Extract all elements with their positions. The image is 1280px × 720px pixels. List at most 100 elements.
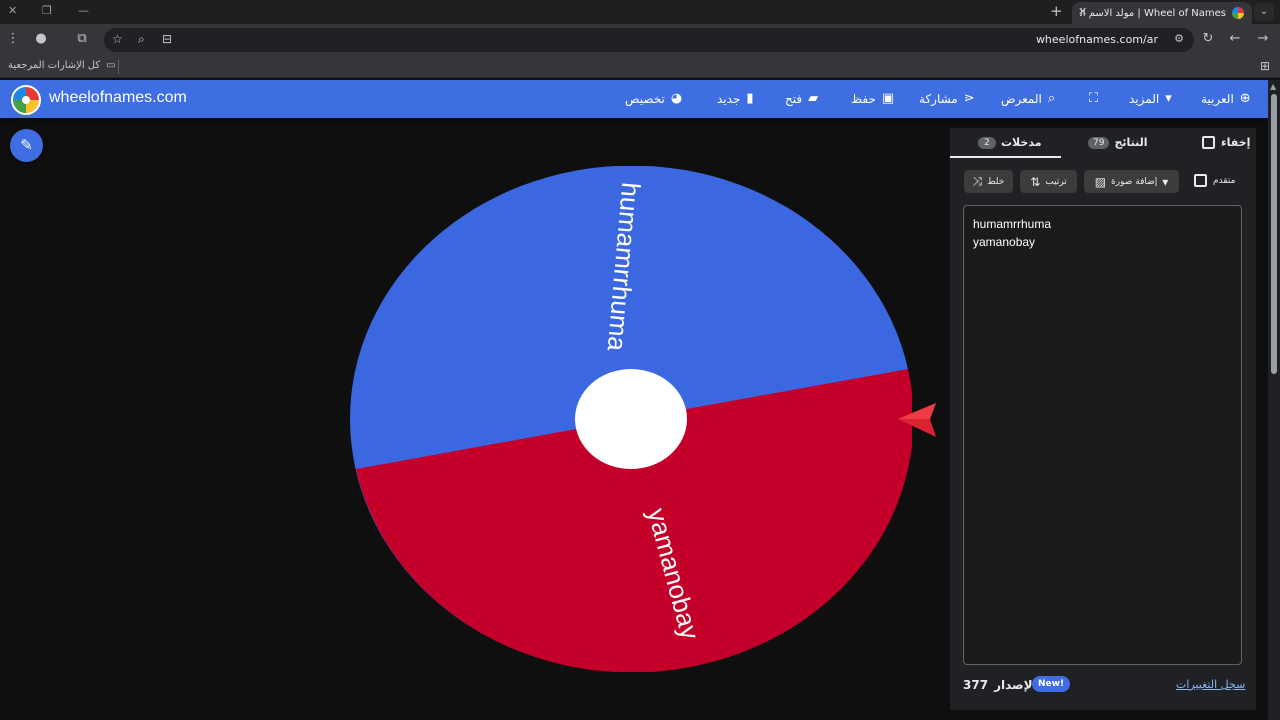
bookmarks-bar: كل الإشارات المرجعية ▭ ⊞: [0, 56, 1280, 78]
site-settings-icon[interactable]: ⚙: [1174, 32, 1184, 45]
scrollbar-thumb[interactable]: [1271, 94, 1277, 374]
app-navbar: wheelofnames.com ◕ تخصيص ▮ جديد ▰ فتح ▣ …: [0, 80, 1268, 118]
version-info: الإصدار 377: [963, 678, 1037, 692]
panel-tabs: مدخلات 2 النتائج 79 إخفاء: [950, 128, 1256, 158]
browser-toolbar: ⋮ ● ⧉ ☆ ⌕ ⊟ wheelofnames.com/ar ⚙ ↻ ← →: [0, 24, 1280, 56]
hide-label: إخفاء: [1221, 136, 1251, 149]
wheel-pointer-icon: [898, 403, 936, 437]
folder-open-icon: ▰: [808, 91, 819, 106]
active-tab-indicator: [950, 156, 1061, 158]
sort-label: ترتيب: [1045, 176, 1067, 187]
sort-button[interactable]: ترتيب ⇅: [1020, 170, 1077, 193]
chevron-down-icon: ▾: [1162, 174, 1169, 189]
shuffle-icon: ⤨: [972, 174, 983, 188]
translate-icon[interactable]: ⊟: [162, 32, 172, 46]
close-window-icon[interactable]: ✕: [8, 4, 17, 17]
apps-grid-icon[interactable]: ⊞: [1260, 59, 1270, 73]
extensions-icon[interactable]: ⧉: [73, 31, 91, 46]
profile-icon[interactable]: ●: [32, 31, 50, 46]
bookmarks-separator: [118, 60, 119, 74]
add-image-label: إضافة صورة: [1111, 176, 1158, 187]
entries-textarea[interactable]: humamrrhuma yamanobay: [963, 205, 1242, 665]
zoom-icon[interactable]: ⌕: [138, 32, 145, 47]
bookmark-star-icon[interactable]: ☆: [112, 32, 123, 46]
tab-results[interactable]: النتائج 79: [1088, 136, 1148, 149]
nav-customize[interactable]: ◕ تخصيص: [625, 91, 682, 106]
hide-checkbox-box[interactable]: [1202, 136, 1215, 149]
tab-results-label: النتائج: [1114, 136, 1148, 149]
globe-icon: ⊕: [1239, 91, 1251, 106]
entries-panel: مدخلات 2 النتائج 79 إخفاء خلط ⤨ ترتيب ⇅ …: [950, 128, 1256, 710]
sort-icon: ⇅: [1030, 174, 1041, 189]
restore-window-icon[interactable]: ❐: [42, 4, 52, 17]
nav-gallery-label: المعرض: [1001, 91, 1042, 106]
nav-gallery[interactable]: ⌕ المعرض: [1001, 91, 1055, 106]
nav-open[interactable]: ▰ فتح: [785, 91, 818, 106]
advanced-checkbox[interactable]: متقدم: [1194, 174, 1235, 187]
new-tab-button[interactable]: +: [1050, 2, 1063, 20]
menu-icon[interactable]: ⋮: [4, 31, 22, 46]
entries-actions: خلط ⤨ ترتيب ⇅ ▾ إضافة صورة ▨ متقدم: [950, 170, 1256, 194]
version-number: 377: [963, 678, 989, 692]
image-icon: ▨: [1094, 174, 1107, 189]
entry-line: yamanobay: [973, 235, 1036, 249]
new-badge: New!: [1032, 676, 1071, 692]
nav-new-label: جديد: [717, 91, 741, 106]
advanced-checkbox-box[interactable]: [1194, 174, 1207, 187]
browser-tab[interactable]: Wheel of Names | مولد الاسم العشوائي ✕: [1072, 2, 1252, 24]
nav-open-label: فتح: [785, 91, 803, 106]
forward-icon[interactable]: ←: [1226, 31, 1244, 46]
wheel-logo-icon[interactable]: [11, 85, 41, 115]
pencil-icon: ✎: [20, 136, 33, 154]
nav-save[interactable]: ▣ حفظ: [851, 91, 894, 106]
entries-count-badge: 2: [978, 136, 996, 149]
tab-search-icon[interactable]: ⌄: [1254, 3, 1274, 21]
shuffle-button[interactable]: خلط ⤨: [964, 170, 1013, 193]
page-scrollbar[interactable]: ▲: [1268, 80, 1280, 720]
wheel-center-hub: [575, 369, 687, 469]
results-count-badge: 79: [1088, 136, 1110, 149]
floppy-icon: ▣: [881, 91, 895, 106]
nav-fullscreen[interactable]: ⛶: [1089, 91, 1098, 106]
url-text: wheelofnames.com/ar: [1035, 33, 1158, 46]
chevron-down-icon: ▾: [1165, 91, 1172, 106]
version-label: الإصدار: [994, 678, 1037, 692]
tab-title: Wheel of Names | مولد الاسم العشوائي: [1080, 7, 1226, 19]
panel-footer: الإصدار 377 New! سجل التغييرات: [950, 676, 1256, 696]
tab-entries[interactable]: مدخلات 2: [978, 136, 1042, 149]
minimize-window-icon[interactable]: —: [78, 4, 89, 17]
nav-customize-label: تخصيص: [625, 91, 665, 106]
edit-wheel-button[interactable]: ✎: [10, 129, 43, 162]
nav-share[interactable]: ⋖ مشاركة: [919, 91, 975, 106]
all-bookmarks-label: كل الإشارات المرجعية: [8, 60, 101, 71]
nav-more-label: المزيد: [1129, 91, 1160, 106]
nav-share-label: مشاركة: [919, 91, 958, 106]
search-icon: ⌕: [1047, 91, 1056, 106]
hide-checkbox[interactable]: إخفاء: [1202, 136, 1250, 149]
favicon-icon: [1232, 7, 1244, 19]
entry-line: humamrrhuma: [973, 217, 1052, 231]
browser-tabstrip: ✕ ❐ — + Wheel of Names | مولد الاسم العش…: [0, 0, 1280, 24]
share-icon: ⋖: [963, 91, 975, 106]
scroll-up-icon[interactable]: ▲: [1270, 82, 1276, 91]
file-icon: ▮: [746, 91, 754, 106]
address-bar[interactable]: ☆ ⌕ ⊟ wheelofnames.com/ar ⚙: [104, 28, 1194, 52]
tab-entries-label: مدخلات: [1001, 136, 1042, 149]
changelog-link[interactable]: سجل التغييرات: [1176, 678, 1245, 691]
nav-language[interactable]: ⊕ العربية: [1201, 91, 1251, 106]
nav-language-label: العربية: [1201, 91, 1234, 106]
advanced-label: متقدم: [1213, 175, 1236, 186]
site-brand[interactable]: wheelofnames.com: [49, 89, 187, 107]
tab-close-icon[interactable]: ✕: [1078, 5, 1087, 18]
reload-icon[interactable]: ↻: [1199, 31, 1217, 46]
add-image-button[interactable]: ▾ إضافة صورة ▨: [1084, 170, 1179, 193]
fullscreen-icon: ⛶: [1089, 91, 1099, 106]
nav-more[interactable]: ▾ المزيد: [1129, 91, 1172, 106]
spin-wheel[interactable]: humamrrhuma yamanobay: [350, 166, 912, 672]
all-bookmarks-button[interactable]: كل الإشارات المرجعية ▭: [8, 60, 116, 71]
shuffle-label: خلط: [987, 176, 1005, 187]
back-icon[interactable]: →: [1254, 31, 1272, 46]
nav-save-label: حفظ: [851, 91, 876, 106]
nav-new[interactable]: ▮ جديد: [717, 91, 754, 106]
folder-icon: ▭: [106, 60, 116, 71]
